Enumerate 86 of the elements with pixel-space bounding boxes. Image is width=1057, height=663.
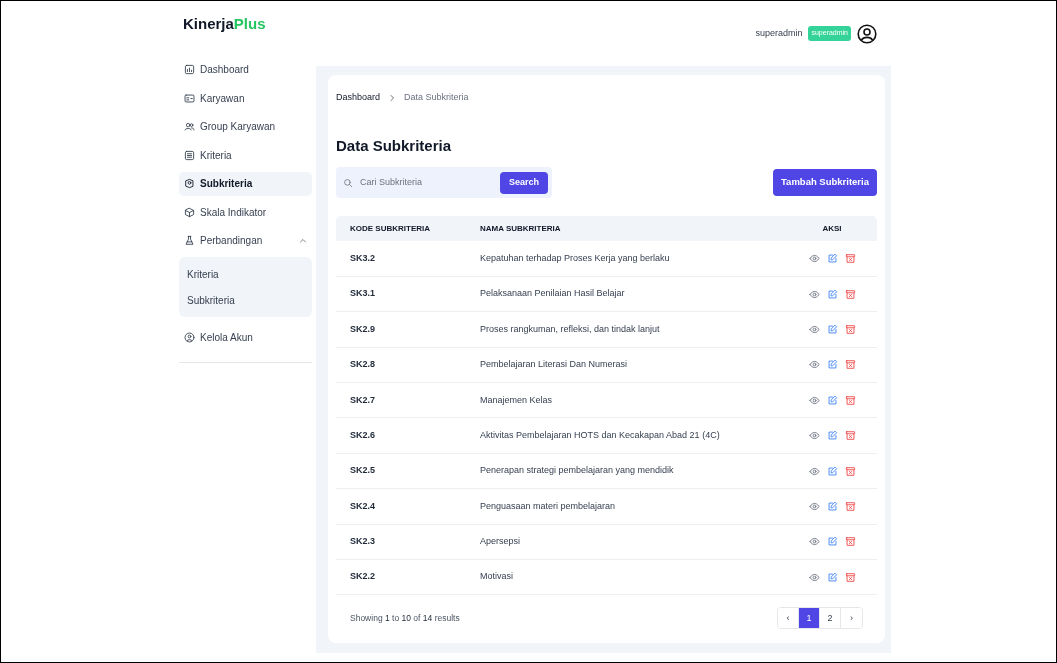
- chevron-right-icon: [388, 93, 397, 102]
- table-cell: SK2.6: [336, 417, 466, 454]
- page-title: Data Subkriteria: [336, 135, 453, 156]
- table-cell: SK2.7: [336, 382, 466, 418]
- eye-icon[interactable]: [808, 252, 820, 264]
- users-icon: [184, 121, 195, 132]
- page-button[interactable]: 1: [799, 608, 820, 629]
- table-cell: Aktivitas Pembelajaran HOTS dan Kecakapan Abad 21 (4C): [466, 417, 788, 454]
- flask-icon: [184, 235, 195, 246]
- sidebar-item[interactable]: Group Karyawan: [179, 114, 312, 139]
- trash-icon[interactable]: [844, 536, 856, 548]
- table-cell: Apersepsi: [466, 524, 788, 560]
- breadcrumb-link[interactable]: Data Subkriteria: [404, 91, 469, 105]
- pencil-icon[interactable]: [826, 465, 838, 477]
- table-cell: SK3.1: [336, 276, 466, 312]
- pencil-icon[interactable]: [826, 536, 838, 548]
- trash-icon[interactable]: [844, 359, 856, 371]
- eye-icon[interactable]: [808, 394, 820, 406]
- trash-icon[interactable]: [844, 571, 856, 583]
- table-cell: SK2.5: [336, 453, 466, 489]
- eye-icon[interactable]: [808, 323, 820, 335]
- eye-icon[interactable]: [808, 288, 820, 300]
- table-cell: Kepatuhan terhadap Proses Kerja yang berlaku: [466, 241, 788, 277]
- sidebar-item[interactable]: Perbandingan: [179, 228, 312, 253]
- table-cell: Pembelajaran Literasi Dan Numerasi: [466, 347, 788, 383]
- sidebar-item[interactable]: Karyawan: [179, 86, 312, 110]
- pencil-icon[interactable]: [826, 394, 838, 406]
- table-cell: SK3.2: [336, 241, 466, 277]
- id-card-icon: [184, 92, 195, 104]
- pencil-icon[interactable]: [826, 500, 838, 512]
- username: superadmin: [755, 26, 803, 40]
- sidebar-item[interactable]: Dashboard: [179, 57, 312, 82]
- results-summary: Showing 1 to 10 of 14 results: [350, 612, 460, 625]
- account-icon: [184, 331, 195, 343]
- column-header: AKSI: [787, 216, 877, 241]
- list-icon: [184, 149, 195, 161]
- table-cell: Manajemen Kelas: [466, 382, 788, 418]
- sidebar-item[interactable]: Skala Indikator: [179, 200, 312, 224]
- trash-icon[interactable]: [844, 252, 856, 264]
- eye-icon[interactable]: [808, 359, 820, 371]
- submenu-item[interactable]: Subkriteria: [179, 287, 312, 313]
- table-cell: SK2.4: [336, 488, 466, 525]
- cube-icon: [184, 178, 195, 189]
- eye-icon[interactable]: [808, 571, 820, 583]
- table-cell: SK2.9: [336, 311, 466, 348]
- pencil-icon[interactable]: [826, 288, 838, 300]
- table-cell: SK2.3: [336, 524, 466, 560]
- breadcrumb-link[interactable]: Dashboard: [336, 91, 381, 105]
- table-cell: Penguasaan materi pembelajaran: [466, 488, 788, 525]
- search-button[interactable]: Search: [499, 171, 548, 194]
- table-cell: SK2.2: [336, 559, 466, 595]
- pencil-icon[interactable]: [826, 252, 838, 264]
- trash-icon[interactable]: [844, 394, 856, 406]
- eye-icon[interactable]: [808, 430, 820, 442]
- previous-page-button[interactable]: ‹: [778, 608, 799, 629]
- eye-icon[interactable]: [808, 500, 820, 512]
- dashboard-icon: [184, 64, 195, 75]
- sidebar-item[interactable]: Subkriteria: [179, 171, 312, 196]
- column-header: KODE SUBKRITERIA: [336, 216, 466, 241]
- table-cell: Proses rangkuman, refleksi, dan tindak lanjut: [466, 311, 788, 348]
- sidebar-item[interactable]: Kriteria: [179, 143, 312, 167]
- trash-icon[interactable]: [844, 323, 856, 335]
- sidebar-item[interactable]: Kelola Akun: [179, 325, 312, 349]
- eye-icon[interactable]: [808, 536, 820, 548]
- box-icon: [184, 206, 195, 218]
- pencil-icon[interactable]: [826, 323, 838, 335]
- table-cell: Pelaksanaan Penilaian Hasil Belajar: [466, 276, 788, 312]
- search-field[interactable]: Cari Subkriteria Search: [336, 167, 552, 198]
- pencil-icon[interactable]: [826, 359, 838, 371]
- trash-icon[interactable]: [844, 465, 856, 477]
- pencil-icon[interactable]: [826, 430, 838, 442]
- trash-icon[interactable]: [844, 430, 856, 442]
- user-avatar-icon[interactable]: [857, 23, 877, 44]
- search-icon: [343, 177, 353, 188]
- table-cell: SK2.8: [336, 347, 466, 383]
- column-header: NAMA SUBKRITERIA: [466, 216, 788, 241]
- trash-icon[interactable]: [844, 500, 856, 512]
- brand-logo: KinerjaPlus: [182, 14, 267, 34]
- pencil-icon[interactable]: [826, 571, 838, 583]
- add-subkriteria-button[interactable]: Tambah Subkriteria: [773, 169, 877, 196]
- submenu-item[interactable]: Kriteria: [179, 261, 312, 287]
- trash-icon[interactable]: [844, 288, 856, 300]
- table-cell: Motivasi: [466, 559, 788, 595]
- eye-icon[interactable]: [808, 465, 820, 477]
- table-cell: Penerapan strategi pembelajaran yang mendidik: [466, 453, 788, 489]
- chevron-icon: [299, 236, 307, 245]
